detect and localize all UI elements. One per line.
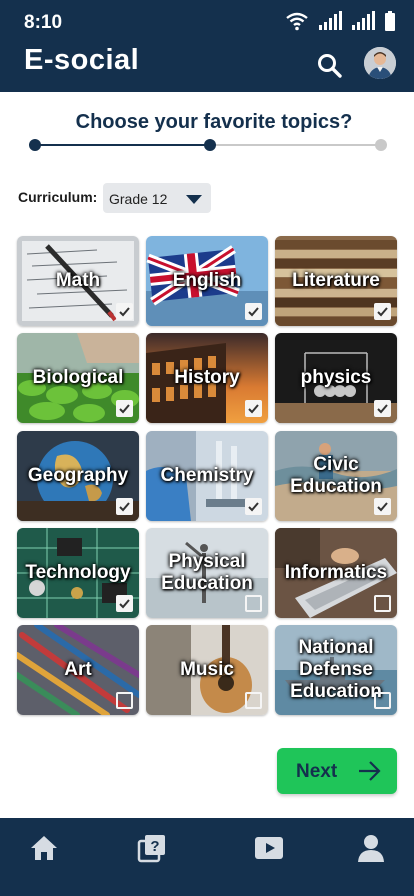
page-title: Choose your favorite topics? — [75, 111, 353, 133]
topic-tile-art[interactable]: Art — [17, 625, 139, 715]
video-icon[interactable] — [253, 832, 285, 864]
checkbox-checked[interactable] — [116, 498, 133, 515]
topic-tile-physical-education[interactable]: Physical Education — [146, 528, 268, 618]
topic-tile-geography[interactable]: Geography — [17, 431, 139, 521]
wifi-icon — [286, 12, 308, 31]
topic-label: Technology — [25, 562, 131, 583]
topics-grid: Math English Literature Biological Histo… — [17, 236, 397, 716]
stepper-dot-2 — [204, 139, 216, 151]
check-icon — [119, 502, 130, 512]
topic-tile-civic-education[interactable]: Civic Education — [275, 431, 397, 521]
search-icon[interactable] — [316, 52, 344, 80]
status-time: 8:10 — [24, 12, 63, 33]
topic-label: Biological — [32, 367, 124, 388]
topic-label: Literature — [292, 270, 380, 291]
user-avatar-icon — [364, 47, 396, 79]
checkbox-checked[interactable] — [116, 400, 133, 417]
topic-label: Music — [180, 659, 234, 680]
caret-down-icon — [186, 195, 202, 204]
topic-tile-technology[interactable]: Technology — [17, 528, 139, 618]
app-title: E-social — [24, 44, 140, 76]
checkbox-checked[interactable] — [245, 498, 262, 515]
check-icon — [248, 307, 259, 317]
stepper-dot-1 — [29, 139, 41, 151]
topic-tile-informatics[interactable]: Informatics — [275, 528, 397, 618]
check-icon — [377, 307, 388, 317]
checkbox-checked[interactable] — [116, 595, 133, 612]
progress-stepper — [29, 137, 389, 153]
checkbox-checked[interactable] — [374, 498, 391, 515]
profile-icon[interactable] — [355, 832, 387, 864]
curriculum-select[interactable]: Grade 12 — [103, 183, 211, 213]
topic-label: Geography — [27, 465, 129, 486]
checkbox-checked[interactable] — [374, 400, 391, 417]
quiz-icon[interactable]: ? — [136, 832, 168, 864]
bottom-nav: ? — [0, 818, 414, 896]
check-icon — [377, 502, 388, 512]
next-label: Next — [296, 761, 338, 782]
check-icon — [248, 502, 259, 512]
topic-tile-biological[interactable]: Biological — [17, 333, 139, 423]
topic-tile-literature[interactable]: Literature — [275, 236, 397, 326]
topic-label: Informatics — [284, 562, 388, 583]
checkbox-checked[interactable] — [245, 400, 262, 417]
topic-tile-english[interactable]: English — [146, 236, 268, 326]
topic-tile-music[interactable]: Music — [146, 625, 268, 715]
topic-tile-physics[interactable]: physics — [275, 333, 397, 423]
checkbox-checked[interactable] — [116, 303, 133, 320]
topic-tile-national-defense-education[interactable]: National Defense Education — [275, 625, 397, 715]
checkbox-checked[interactable] — [374, 303, 391, 320]
check-icon — [248, 404, 259, 414]
check-icon — [119, 599, 130, 609]
topic-label: Math — [55, 270, 101, 291]
topic-label: Chemistry — [160, 465, 254, 486]
topic-tile-math[interactable]: Math — [17, 236, 139, 326]
stepper-dot-3 — [375, 139, 387, 151]
home-icon[interactable] — [28, 832, 60, 864]
checkbox-unchecked[interactable] — [374, 595, 391, 612]
checkbox-unchecked[interactable] — [245, 692, 262, 709]
app-screen: 8:10 E-social Choose your favorite topic… — [0, 0, 414, 896]
topic-label: Civic Education — [290, 454, 382, 497]
avatar[interactable] — [364, 47, 396, 79]
curriculum-label: Curriculum: — [18, 189, 98, 205]
next-button[interactable]: Next — [277, 748, 397, 794]
curriculum-value: Grade 12 — [109, 191, 168, 207]
signal-icon-2 — [352, 11, 375, 30]
check-icon — [119, 404, 130, 414]
stepper-line-done — [35, 144, 210, 146]
topic-label: physics — [300, 367, 372, 388]
arrow-right-icon — [359, 761, 381, 781]
stepper-line-todo — [210, 144, 381, 146]
topic-label: Art — [64, 659, 92, 680]
topic-tile-history[interactable]: History — [146, 333, 268, 423]
signal-icon — [319, 11, 342, 30]
topic-tile-chemistry[interactable]: Chemistry — [146, 431, 268, 521]
svg-text:?: ? — [150, 838, 159, 855]
checkbox-unchecked[interactable] — [374, 692, 391, 709]
topic-label: Physical Education — [161, 551, 253, 594]
topic-label: History — [174, 367, 240, 388]
app-header: 8:10 E-social — [0, 0, 414, 92]
checkbox-unchecked[interactable] — [116, 692, 133, 709]
checkbox-checked[interactable] — [245, 303, 262, 320]
topic-label: English — [172, 270, 242, 291]
check-icon — [377, 404, 388, 414]
status-icons — [285, 9, 396, 33]
battery-icon — [385, 11, 395, 31]
checkbox-unchecked[interactable] — [245, 595, 262, 612]
check-icon — [119, 307, 130, 317]
